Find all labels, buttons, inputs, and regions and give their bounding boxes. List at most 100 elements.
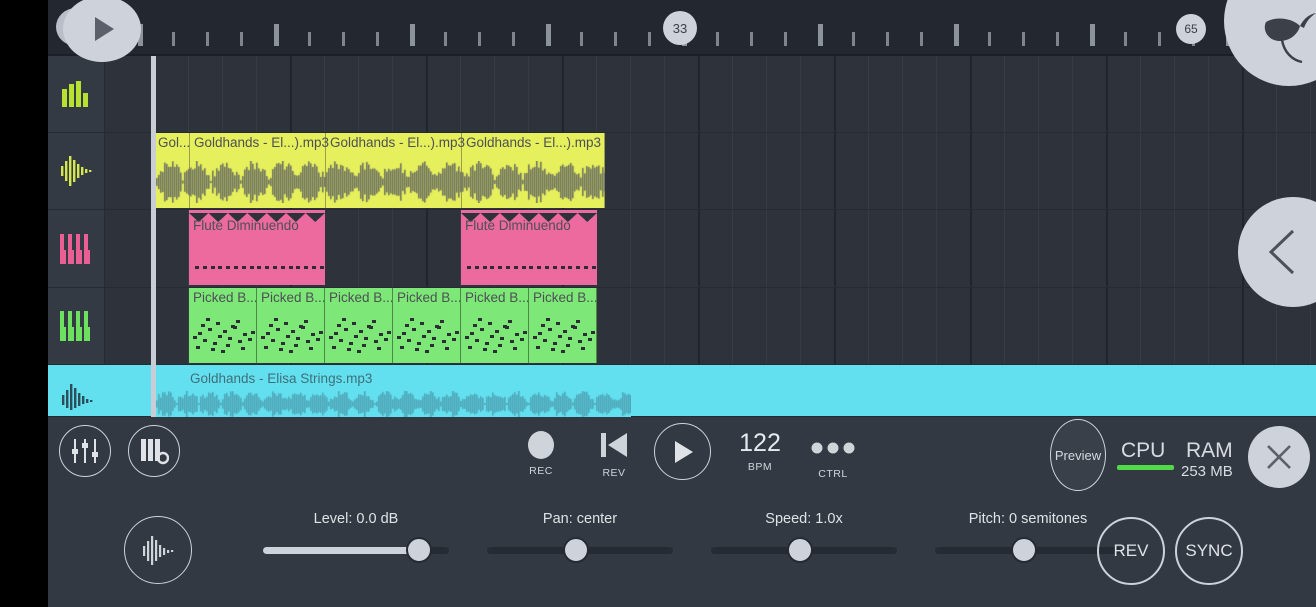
note [571, 325, 575, 328]
note-preview [529, 306, 596, 359]
fl-studio-mobile-app: 33 65 [0, 0, 1316, 607]
instrument-button[interactable] [128, 425, 180, 477]
track-header-bass[interactable] [48, 288, 105, 364]
note [221, 350, 225, 353]
track-row-bass[interactable]: Picked B...Picked B...Picked B...Picked … [48, 288, 1316, 365]
clip-bass[interactable]: Picked B... [393, 288, 461, 363]
bpm-control[interactable]: 122 BPM [725, 429, 795, 470]
note [289, 266, 293, 269]
ruler-tick [818, 24, 823, 46]
track-header-strings[interactable] [48, 365, 105, 416]
play-button[interactable] [654, 423, 711, 480]
note [357, 350, 361, 353]
rewind-button[interactable]: REV [599, 431, 629, 476]
note [281, 266, 285, 269]
ruler-tick [546, 24, 551, 46]
note [352, 322, 356, 325]
track-row-strings[interactable]: Goldhands - Elisa Strings.mp3 [48, 365, 1316, 417]
piano-settings-icon [139, 437, 169, 465]
reverse-button[interactable]: REV [1097, 517, 1165, 585]
skip-back-icon [599, 431, 629, 459]
note [274, 318, 278, 321]
clip-bass[interactable]: Picked B... [257, 288, 325, 363]
track-row-audio-1[interactable]: Gol...Goldhands - El...).mp3Goldhands - … [48, 133, 1316, 210]
clip-bass[interactable]: Picked B... [529, 288, 597, 363]
slider-knob[interactable] [1011, 537, 1037, 563]
slider-knob[interactable] [406, 537, 432, 563]
track-header-audio-1[interactable] [48, 133, 105, 209]
slider-fill [263, 547, 419, 554]
note [257, 266, 261, 269]
mixer-button[interactable] [59, 425, 111, 477]
note [488, 322, 492, 325]
note [553, 266, 557, 269]
clip-label: Goldhands - El...).mp3 [194, 135, 329, 150]
note [422, 335, 426, 338]
close-button[interactable] [1248, 426, 1310, 488]
clip-bass[interactable]: Picked B... [189, 288, 257, 363]
clip-type-button[interactable] [124, 516, 192, 584]
clip-flute[interactable]: Flute Diminuendo [189, 210, 325, 285]
note-preview [393, 306, 460, 359]
note [332, 346, 336, 349]
clip-flute[interactable]: Flute Diminuendo [461, 210, 597, 285]
note [407, 339, 411, 342]
transport-bar: REC REV 122 BPM [48, 417, 1316, 497]
note [208, 328, 212, 331]
left-gutter [0, 0, 48, 607]
timeline-ruler[interactable]: 33 65 [48, 0, 1316, 56]
track-row-flute[interactable]: Flute Diminuendo Flute Diminuendo [48, 210, 1316, 288]
record-button[interactable]: REC [528, 431, 554, 471]
waveform-icon [141, 534, 175, 566]
clip-bass[interactable]: Picked B... [461, 288, 529, 363]
track-header-flute[interactable] [48, 210, 105, 287]
clip-audio-yellow[interactable]: Gol...Goldhands - El...).mp3Goldhands - … [154, 133, 605, 208]
slider-knob[interactable] [787, 537, 813, 563]
note [430, 344, 434, 347]
track-row-mixer[interactable] [48, 56, 1316, 133]
sync-button[interactable]: SYNC [1175, 517, 1243, 585]
note [291, 330, 295, 333]
note [228, 337, 232, 340]
clip-strings[interactable]: Goldhands - Elisa Strings.mp3 [154, 365, 631, 417]
ruler-tick [274, 24, 279, 46]
clip-bass[interactable]: Picked B... [325, 288, 393, 363]
note [588, 338, 592, 341]
note [551, 348, 555, 351]
note-preview [325, 306, 392, 359]
note [415, 348, 419, 351]
slider-label: Pan: center [487, 511, 673, 527]
ruler-tick [410, 24, 415, 46]
note [442, 340, 446, 343]
note [201, 324, 205, 327]
timeline-marker-65[interactable]: 65 [1176, 14, 1206, 44]
note [218, 266, 222, 269]
note [568, 266, 572, 269]
note [591, 331, 595, 334]
track-header-mixer[interactable] [48, 56, 105, 132]
note [510, 340, 514, 343]
note [261, 336, 265, 339]
note [576, 266, 580, 269]
note [546, 318, 550, 321]
playhead[interactable] [151, 56, 156, 417]
note [387, 331, 391, 334]
timeline-marker-33[interactable]: 33 [663, 11, 697, 45]
ruler-tick [206, 32, 209, 46]
note [242, 266, 246, 269]
note [498, 266, 502, 269]
rev-label: REV [1114, 541, 1149, 561]
note [251, 331, 255, 334]
note [349, 342, 353, 345]
note [320, 266, 324, 269]
preview-button[interactable]: Preview [1050, 419, 1106, 491]
play-icon [671, 439, 695, 465]
playlist-tracks[interactable]: Gol...Goldhands - El...).mp3Goldhands - … [48, 56, 1316, 417]
clip-label: Picked B... [261, 290, 325, 305]
chevron-left-icon [1261, 225, 1305, 279]
note [211, 348, 215, 351]
note [319, 331, 323, 334]
slider-knob[interactable] [563, 537, 589, 563]
ctrl-button[interactable]: CTRL [798, 441, 868, 471]
playlist-stage: 33 65 [48, 0, 1316, 607]
